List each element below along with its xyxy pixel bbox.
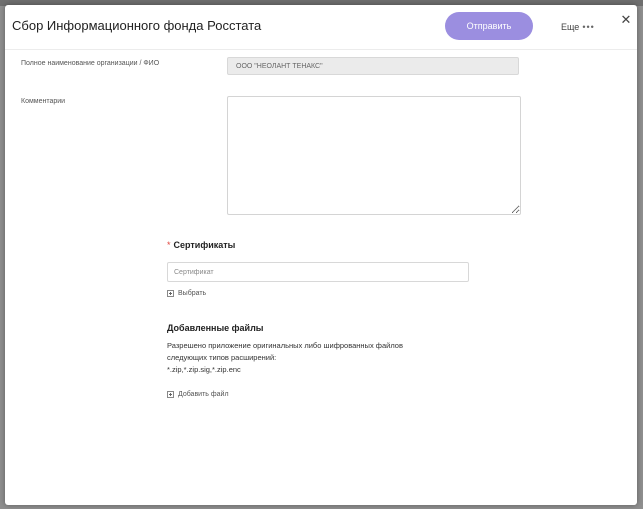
send-button[interactable]: Отправить bbox=[445, 12, 533, 40]
select-certificate-label: Выбрать bbox=[178, 289, 207, 297]
comment-textarea[interactable] bbox=[227, 96, 521, 215]
certificates-title: * Сертификаты bbox=[167, 240, 235, 250]
plus-square-icon bbox=[167, 390, 174, 398]
certificate-input[interactable] bbox=[167, 262, 469, 282]
add-file-button[interactable]: Добавить файл bbox=[167, 389, 229, 399]
modal-title: Сбор Информационного фонда Росстата bbox=[12, 18, 262, 33]
more-button[interactable]: Еще ••• bbox=[561, 20, 595, 34]
file-types-line-1: Разрешено приложение оригинальных либо ш… bbox=[167, 341, 403, 350]
modal-header: Сбор Информационного фонда Росстата Отпр… bbox=[5, 5, 637, 50]
modal-dialog: Сбор Информационного фонда Росстата Отпр… bbox=[5, 5, 637, 505]
file-types-description: Разрешено приложение оригинальных либо ш… bbox=[167, 340, 447, 376]
org-name-input[interactable] bbox=[227, 57, 519, 75]
comment-label: Комментарии bbox=[21, 98, 66, 105]
more-label: Еще bbox=[561, 22, 580, 32]
org-name-label: Полное наименование организации / ФИО bbox=[21, 60, 160, 67]
plus-square-icon bbox=[167, 289, 174, 297]
required-mark: * bbox=[167, 240, 171, 250]
add-file-label: Добавить файл bbox=[178, 390, 229, 398]
more-dots-icon: ••• bbox=[582, 22, 595, 32]
added-files-title: Добавленные файлы bbox=[167, 323, 264, 333]
file-types-line-2: следующих типов расширений: bbox=[167, 353, 277, 362]
close-icon[interactable]: ✕ bbox=[619, 14, 633, 28]
certificates-title-text: Сертификаты bbox=[173, 240, 236, 250]
file-types-line-3: *.zip,*.zip.sig,*.zip.enc bbox=[167, 365, 241, 374]
select-certificate-button[interactable]: Выбрать bbox=[167, 288, 206, 298]
